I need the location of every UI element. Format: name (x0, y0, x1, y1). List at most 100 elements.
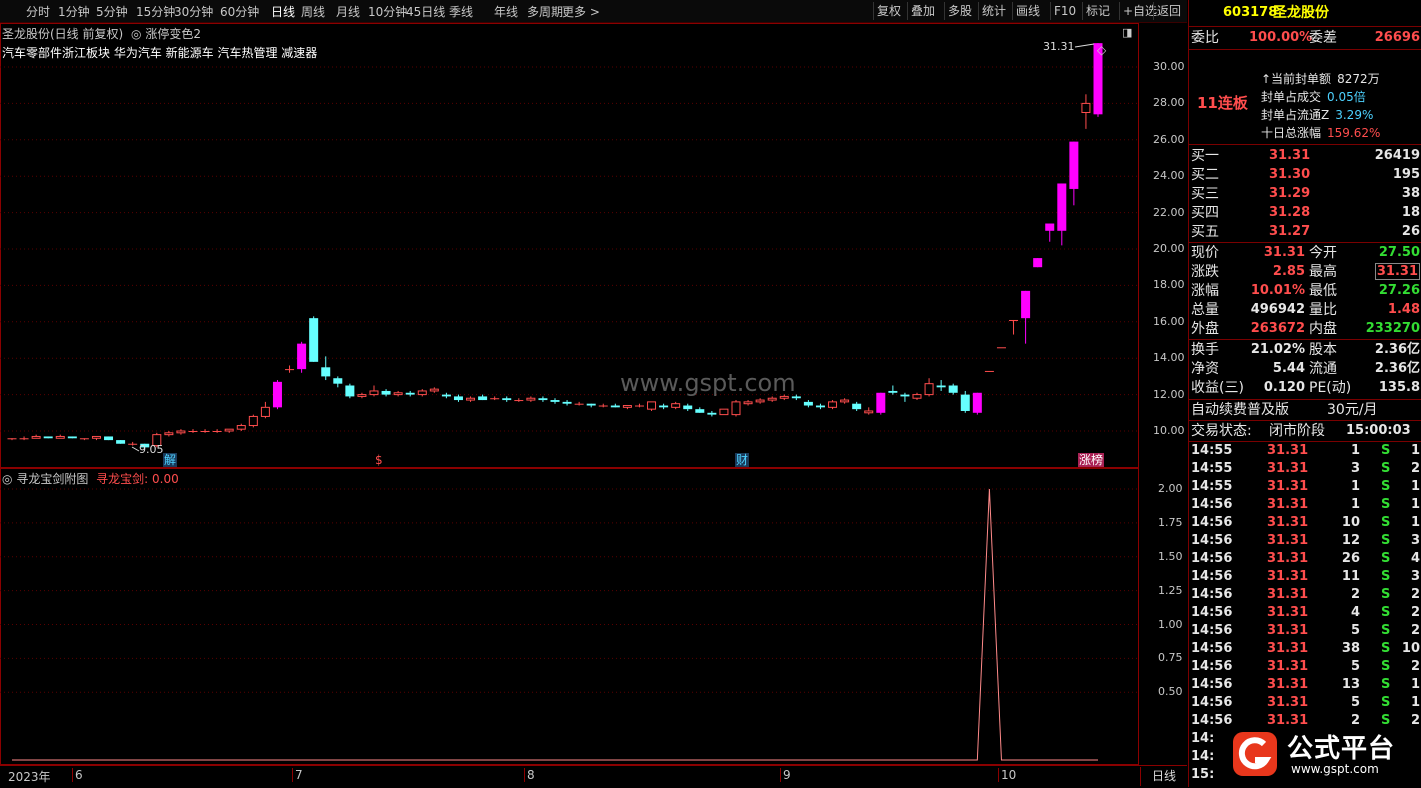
quote-value-2: 233270 (1365, 321, 1420, 336)
candle-body (224, 428, 234, 432)
tick-row: 14:56 31.31 38 S 10 (1189, 640, 1421, 658)
gspt-logo-icon (1233, 732, 1277, 776)
tick-price: 31.31 (1267, 569, 1309, 584)
event-marker[interactable]: 解 (163, 453, 178, 467)
tick-volume: 5 (1350, 623, 1360, 638)
candle-body (200, 431, 210, 432)
indicator-tick-label: 1.00 (1158, 617, 1183, 631)
seal-label: 封单占成交 (1261, 90, 1322, 104)
status-value: 闭市阶段 (1269, 423, 1325, 439)
candle-body (622, 405, 632, 408)
period-tab[interactable]: 日线 (271, 3, 295, 20)
kline-chart[interactable]: 圣龙股份(日线 前复权) ◎ 涨停变色2 汽车零部件浙江板块 华为汽车 新能源车… (0, 23, 1187, 468)
period-tab[interactable]: 年线 (494, 3, 518, 20)
period-tab[interactable]: 季线 (449, 3, 473, 20)
tick-count: 1 (1410, 443, 1420, 458)
quote-panel: 603178 圣龙股份 委比 100.00% 委差 26696 11连板 ↑当前… (1188, 0, 1421, 787)
candle-body (828, 401, 838, 408)
bid-row[interactable]: 买三 31.29 38 (1189, 185, 1421, 203)
toolbar-button[interactable]: 画线 (1012, 2, 1043, 20)
bid-price: 31.27 (1269, 224, 1311, 239)
candle-body (369, 390, 379, 396)
time-tick-label: 10 (998, 768, 1016, 782)
toolbar-button[interactable]: 复权 (873, 2, 904, 20)
event-marker[interactable]: 财 (735, 453, 750, 467)
period-tab[interactable]: 45日线 (406, 3, 445, 20)
indicator-name[interactable]: 涨停变色2 (145, 27, 201, 41)
price-tick-label: 14.00 (1153, 351, 1185, 365)
tick-count: 1 (1410, 497, 1420, 512)
bid-row[interactable]: 买五 31.27 26 (1189, 223, 1421, 241)
bid-volume: 26419 (1374, 148, 1420, 163)
bid-row[interactable]: 买四 31.28 18 (1189, 204, 1421, 222)
seal-line: ↑当前封单额 8272万 (1261, 70, 1380, 87)
tick-side: S (1381, 461, 1391, 476)
period-tab[interactable]: 15分钟 (136, 3, 175, 20)
event-marker[interactable]: $ (374, 453, 384, 467)
candle-body (743, 401, 753, 405)
toolbar-button[interactable]: 统计 (978, 2, 1009, 20)
promo-text[interactable]: 自动续费普及版 (1191, 401, 1289, 419)
period-tab[interactable]: 1分钟 (58, 3, 90, 20)
period-tab[interactable]: 60分钟 (220, 3, 259, 20)
candle-body (212, 431, 222, 432)
candle-body (1081, 102, 1091, 114)
tick-side: S (1381, 569, 1391, 584)
period-tab[interactable]: 5分钟 (96, 3, 128, 20)
candle-body (260, 406, 270, 417)
tick-time: 14:55 (1191, 461, 1233, 476)
tick-price: 31.31 (1267, 479, 1309, 494)
toolbar-button[interactable]: 标记 (1082, 2, 1113, 20)
diamond-icon[interactable]: ◇ (1097, 43, 1106, 57)
tick-price: 31.31 (1267, 587, 1309, 602)
tick-price: 31.31 (1267, 515, 1309, 530)
fund-row: 净资 5.44 流通 2.36亿 (1189, 360, 1421, 378)
panel-toggle-icon[interactable]: ◨ (1122, 26, 1132, 39)
promo-row[interactable]: 自动续费普及版 30元/月 (1189, 401, 1421, 419)
candle-body (864, 410, 874, 414)
tick-row: 14:55 31.31 1 S 1 (1189, 442, 1421, 460)
tick-time: 14:56 (1191, 515, 1233, 530)
period-tab[interactable]: 月线 (336, 3, 360, 20)
tick-volume: 4 (1350, 605, 1360, 620)
period-tab[interactable]: 周线 (301, 3, 325, 20)
tick-price: 31.31 (1267, 659, 1309, 674)
tick-side: S (1381, 533, 1391, 548)
period-tab[interactable]: 多周期 (527, 3, 563, 20)
indicator-dropdown-icon[interactable]: ◎ (131, 27, 141, 41)
subchart-toggle-icon[interactable]: ◎ (2, 472, 12, 486)
candle-body (574, 403, 584, 405)
period-tab[interactable]: 30分钟 (174, 3, 213, 20)
tick-price: 31.31 (1267, 641, 1309, 656)
period-label[interactable]: 日线 (1140, 767, 1187, 786)
promo-price[interactable]: 30元/月 (1327, 401, 1378, 419)
time-tick-label: 7 (292, 768, 303, 782)
period-tab[interactable]: 更多 > (562, 3, 600, 20)
toolbar-button[interactable]: 叠加 (907, 2, 938, 20)
candle-body (888, 390, 898, 393)
event-marker[interactable]: 涨榜 (1078, 453, 1105, 467)
tick-row: 14:56 31.31 5 S 2 (1189, 622, 1421, 640)
tick-row: 14:56 31.31 5 S 1 (1189, 694, 1421, 712)
subchart-title[interactable]: 寻龙宝剑附图 (16, 472, 88, 486)
tick-price: 31.31 (1267, 461, 1309, 476)
period-toolbar: 分时 1分钟 5分钟 15分钟 30分钟 60分钟 日线 周线 月线 10分钟 45日线 季线 年线 多周… (0, 0, 1187, 23)
seal-label: ↑当前封单额 (1261, 72, 1332, 86)
price-tick-label: 12.00 (1153, 387, 1185, 401)
tick-side: S (1381, 443, 1391, 458)
period-tab[interactable]: 分时 (26, 3, 50, 20)
toolbar-button[interactable]: 多股 (944, 2, 975, 20)
candle-body (610, 405, 620, 408)
fund-row: 换手 21.02% 股本 2.36亿 (1189, 341, 1421, 359)
period-tab[interactable]: 10分钟 (368, 3, 407, 20)
bid-row[interactable]: 买一 31.31 26419 (1189, 147, 1421, 165)
tick-row: 14:56 31.31 26 S 4 (1189, 550, 1421, 568)
tick-volume: 38 (1341, 641, 1360, 656)
toolbar-button[interactable]: 返回 (1153, 2, 1184, 20)
bid-volume: 26 (1401, 224, 1420, 239)
bid-row[interactable]: 买二 31.30 195 (1189, 166, 1421, 184)
indicator-subchart[interactable]: ◎ 寻龙宝剑附图 寻龙宝剑: 0.00 2.00 1.75 1.50 1.25 1.00… (0, 468, 1187, 765)
toolbar-button[interactable]: F10 (1050, 2, 1079, 20)
tick-side: S (1381, 515, 1391, 530)
candle-body (429, 388, 439, 392)
